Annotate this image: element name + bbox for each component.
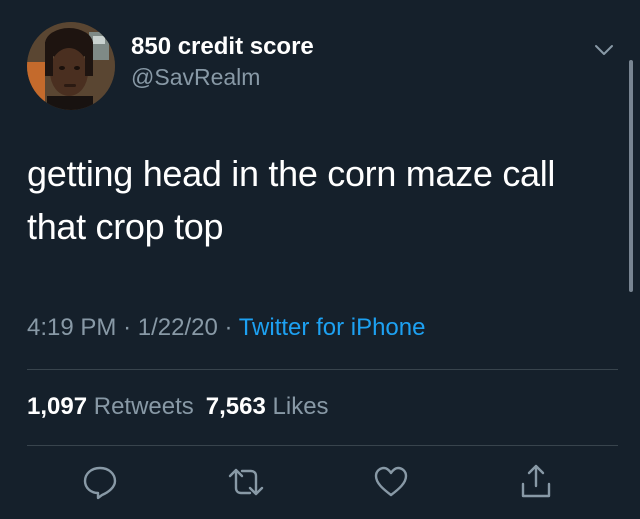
action-bar — [0, 462, 640, 506]
tweet-meta: 4:19 PM · 1/22/20 · Twitter for iPhone — [27, 314, 425, 342]
share-icon[interactable] — [516, 462, 556, 502]
tweet-stats: 1,097 Retweets 7,563 Likes — [27, 393, 329, 421]
separator: · — [123, 314, 132, 341]
like-icon[interactable] — [371, 462, 411, 502]
retweets-stat[interactable]: 1,097 Retweets — [27, 393, 194, 420]
divider — [27, 369, 618, 370]
display-name[interactable]: 850 credit score — [131, 33, 314, 61]
likes-label: Likes — [272, 393, 329, 420]
retweets-count: 1,097 — [27, 393, 88, 420]
scrollbar[interactable] — [629, 60, 633, 292]
tweet-date: 1/22/20 — [137, 314, 218, 341]
tweet-text-line: getting head in the corn maze call — [27, 153, 556, 194]
tweet-source-link[interactable]: Twitter for iPhone — [239, 314, 426, 341]
profile-photo-icon — [27, 22, 115, 110]
tweet-time: 4:19 PM — [27, 314, 117, 341]
likes-count: 7,563 — [205, 393, 266, 420]
tweet-text-line: that crop top — [27, 206, 224, 247]
likes-stat[interactable]: 7,563 Likes — [206, 393, 329, 420]
chevron-down-icon[interactable] — [592, 40, 616, 60]
retweet-icon[interactable] — [226, 462, 266, 502]
tweet-text: getting head in the corn maze call that … — [27, 147, 607, 253]
avatar[interactable] — [27, 22, 115, 110]
divider — [27, 445, 618, 446]
reply-icon[interactable] — [80, 462, 120, 502]
tweet-card: 850 credit score @SavRealm getting head … — [0, 0, 640, 519]
retweets-label: Retweets — [93, 393, 194, 420]
separator: · — [224, 314, 233, 341]
user-handle[interactable]: @SavRealm — [131, 64, 260, 91]
